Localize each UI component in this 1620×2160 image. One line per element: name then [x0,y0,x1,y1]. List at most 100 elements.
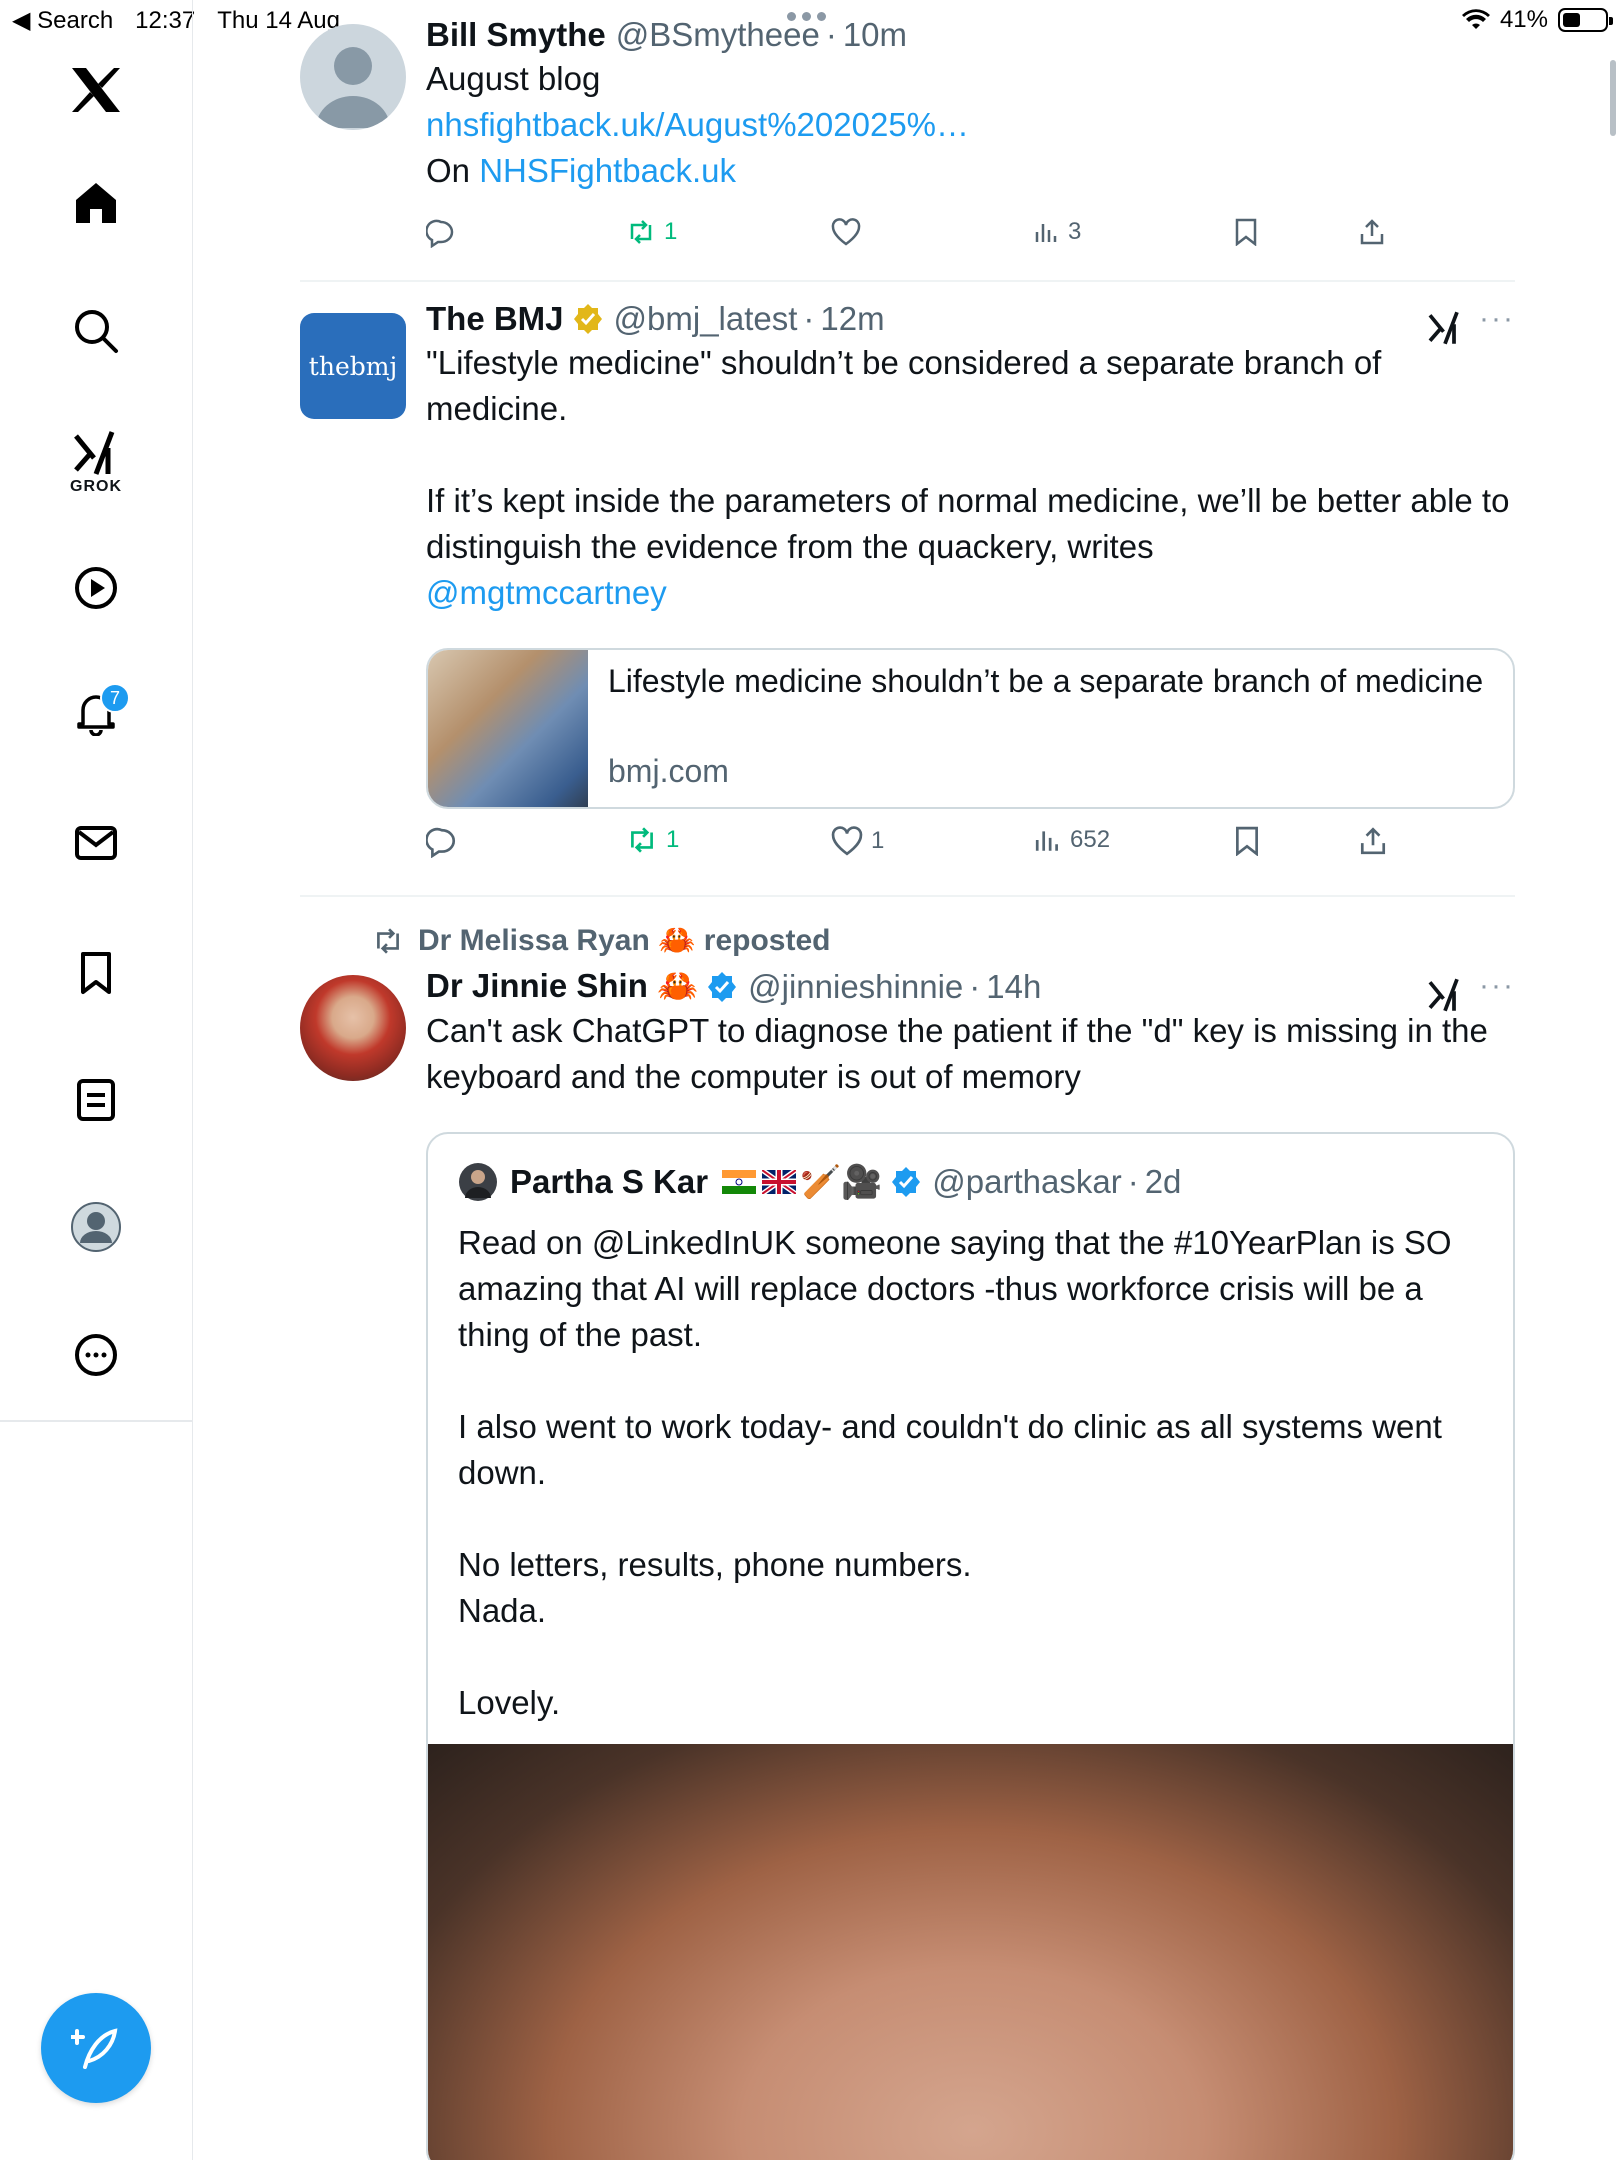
share-button[interactable] [1358,826,1388,856]
tweet-text: August blog [426,60,601,97]
notification-badge: 7 [100,683,130,713]
grok-explain-icon[interactable] [1427,310,1463,351]
repost-icon [630,220,652,244]
profile-icon[interactable] [56,1187,136,1267]
compose-button[interactable] [41,1993,151,2103]
search-icon[interactable] [56,291,136,371]
tweet-divider [300,280,1515,282]
lists-icon[interactable] [56,1060,136,1140]
reply-button[interactable] [426,826,458,858]
separator-dot: · [803,300,815,337]
quoted-author-emoji: 🏏🎥 [800,1162,883,1200]
tweet-text: Can't ask ChatGPT to diagnose the patien… [426,1012,1498,1095]
repost-count: 1 [664,218,678,245]
avatar[interactable] [458,1162,498,1202]
reply-icon [426,219,454,248]
views-button[interactable]: 652 [1034,826,1110,854]
repost-count: 1 [666,826,680,853]
post-time[interactable]: 12m [820,300,884,338]
tweet[interactable]: Dr Melissa Ryan 🦀 reposted Dr Jinnie Shi… [300,895,1515,2160]
like-count: 1 [871,827,885,854]
separator-dot: · [1127,1163,1139,1200]
share-button[interactable] [1358,218,1386,246]
like-icon [831,218,861,246]
tweet-actions: 1 1 652 [426,826,1515,866]
reply-button[interactable] [426,218,456,248]
like-icon [831,826,863,856]
repost-icon [377,927,399,954]
author-handle[interactable]: @bmj_latest [614,300,798,338]
link-card-image [428,650,588,807]
separator-dot: · [825,16,837,53]
tweet-actions: 1 3 [426,218,1515,258]
repost-icon [631,827,653,853]
mention-link[interactable]: @mgtmccartney [426,570,1515,616]
quoted-tweet[interactable]: Partha S Kar 🏏🎥 @parthaskar · 2d Read on… [426,1132,1515,2160]
post-time[interactable]: 14h [986,968,1041,1006]
status-date: Thu 14 Aug [217,6,340,34]
bookmark-button[interactable] [1234,826,1260,856]
reposted-by: Dr Melissa Ryan 🦀 reposted [418,924,831,957]
uk-flag-icon [762,1170,797,1194]
views-count: 3 [1068,218,1082,245]
home-icon[interactable] [56,163,136,243]
share-icon [1360,219,1384,245]
tweet-link[interactable]: NHSFightback.uk [479,152,736,189]
bookmark-icon [1235,218,1257,246]
author-handle[interactable]: @BSmytheee [616,16,820,54]
quoted-post-time[interactable]: 2d [1145,1163,1182,1201]
post-time[interactable]: 10m [843,16,907,54]
scrollbar[interactable] [1610,60,1616,136]
views-icon [1035,224,1057,242]
link-card[interactable]: Lifestyle medicine shouldn’t be a separa… [426,648,1515,809]
quoted-author-name[interactable]: Partha S Kar [510,1163,708,1201]
notifications-nav[interactable]: 7 [56,673,136,753]
avatar[interactable] [300,975,406,1081]
link-card-title: Lifestyle medicine shouldn’t be a separa… [608,663,1484,699]
compose-icon [71,2028,118,2069]
avatar[interactable] [300,24,406,130]
india-flag-icon [722,1170,757,1194]
repost-button[interactable]: 1 [626,826,679,854]
quoted-tweet-image[interactable] [428,1744,1513,2160]
quoted-author-handle[interactable]: @parthaskar [932,1163,1121,1201]
bookmark-icon [1236,826,1258,856]
author-name[interactable]: Dr Jinnie Shin 🦀 [426,967,698,1006]
x-logo-icon[interactable] [56,50,136,130]
views-icon [1035,831,1058,851]
reply-icon [426,827,455,858]
bookmark-icon[interactable] [56,933,136,1013]
repost-button[interactable]: 1 [626,218,677,246]
views-count: 652 [1070,826,1111,853]
verified-icon [573,304,602,334]
like-button[interactable] [831,218,861,246]
quoted-tweet-text: Read on @LinkedInUK someone saying that … [458,1224,1452,1721]
more-dots-icon[interactable]: ··· [1479,302,1515,336]
more-dots-icon[interactable]: ··· [1479,969,1515,1003]
grok-icon[interactable]: GROK [56,415,136,510]
battery-icon [1558,8,1613,32]
grok-label: GROK [70,477,122,495]
bmj-logo: thebmj [308,351,398,381]
author-name[interactable]: The BMJ [426,300,564,338]
author-name[interactable]: Bill Smythe [426,16,606,54]
video-icon[interactable] [56,548,136,628]
mail-icon[interactable] [56,803,136,883]
tweet-text-prefix: On [426,152,480,189]
author-handle[interactable]: @jinnieshinnie [748,968,963,1006]
more-icon[interactable] [56,1315,136,1395]
verified-icon [708,971,737,1002]
share-icon [1360,827,1386,855]
repost-context[interactable]: Dr Melissa Ryan 🦀 reposted [372,923,831,958]
separator-dot: · [969,967,981,1005]
bookmark-button[interactable] [1234,218,1258,246]
tweet-link[interactable]: nhsfightback.uk/August%202025%… [426,102,1515,148]
sidebar-divider [0,1420,193,1422]
link-card-domain: bmj.com [608,753,729,789]
views-button[interactable]: 3 [1034,218,1081,246]
avatar[interactable]: thebmj [300,313,406,419]
like-button[interactable]: 1 [831,826,884,856]
sidebar: GROK 7 [0,0,193,2160]
grok-explain-icon[interactable] [1427,977,1463,1018]
verified-icon [892,1167,921,1197]
